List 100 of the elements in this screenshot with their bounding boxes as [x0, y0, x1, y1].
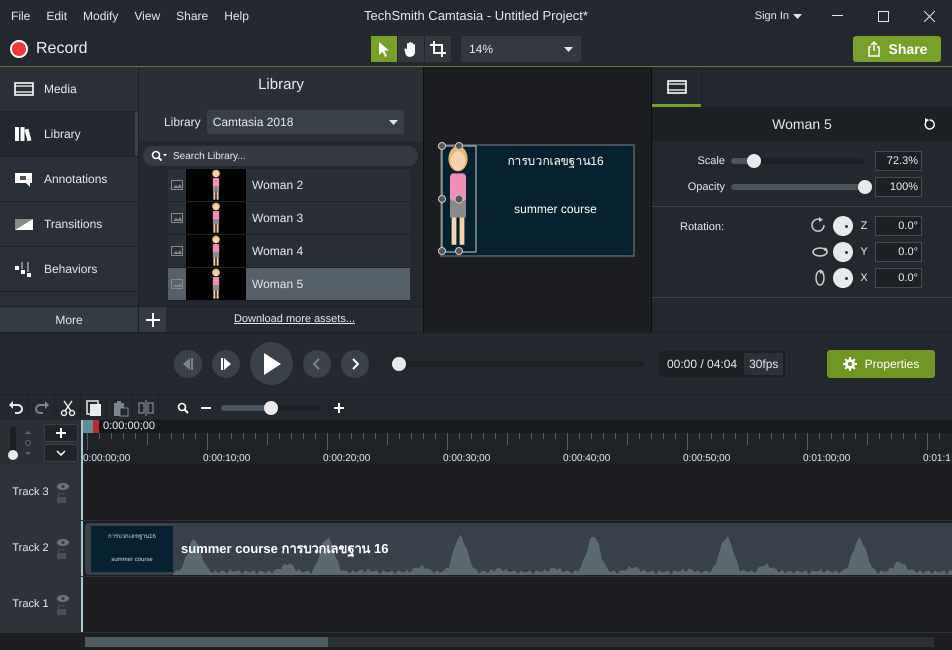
value-field[interactable]: 0.0° — [875, 268, 922, 288]
properties-button[interactable]: Properties — [827, 350, 935, 378]
asset-row[interactable]: Woman 5 — [168, 268, 410, 301]
sidebar-item[interactable]: Library — [0, 112, 138, 157]
clip-title: summer course การบวกเลขฐาน 16 — [181, 540, 389, 558]
scissors-icon — [58, 398, 76, 416]
track-height-slider[interactable] — [8, 426, 18, 460]
zoom-dropdown[interactable]: 14% — [461, 36, 581, 62]
redo-icon — [32, 398, 50, 416]
share-icon — [866, 41, 881, 57]
download-link[interactable]: Download more assets... — [166, 311, 423, 328]
books-icon — [14, 125, 34, 143]
add-track-button[interactable] — [44, 424, 78, 442]
ruler-label: 0:01:1 — [923, 452, 952, 465]
ruler-label: 0:00:30;00 — [443, 452, 492, 465]
sign-in-button[interactable]: Sign In — [754, 8, 802, 24]
step-back-button[interactable] — [174, 350, 202, 378]
scrollbar-track[interactable] — [85, 636, 934, 646]
chevron-left-icon — [313, 358, 321, 370]
rotation-label: Rotation: — [679, 220, 726, 235]
rotation-dial[interactable] — [833, 242, 853, 262]
rotation-dial[interactable] — [833, 268, 853, 288]
previous-button[interactable] — [303, 350, 331, 378]
value-field[interactable]: 72.3% — [875, 151, 922, 171]
split-icon — [136, 398, 154, 416]
step-back-icon — [182, 358, 194, 370]
character-thumbnail — [186, 235, 246, 267]
value-field[interactable]: 100% — [875, 177, 922, 197]
ruler-label: 0:00:50;00 — [683, 452, 732, 465]
zoom-in-icon[interactable] — [334, 402, 344, 412]
axis-label: X — [859, 270, 869, 286]
field-label: Library — [164, 114, 201, 131]
slider-thumb[interactable] — [8, 450, 18, 460]
step-forward-button[interactable] — [212, 350, 240, 378]
next-button[interactable] — [341, 350, 369, 378]
chevron-right-icon — [351, 358, 359, 370]
caret-icon — [388, 120, 398, 124]
caret-icon — [793, 14, 802, 18]
slide-title: การบวกเลขฐาน16 — [507, 153, 604, 170]
search-icon[interactable] — [177, 402, 189, 414]
asset-row[interactable]: Woman 3 — [168, 202, 410, 235]
ruler-label: 0:00:20;00 — [323, 452, 372, 465]
image-icon — [171, 279, 183, 289]
menu-item[interactable]: Share — [168, 7, 216, 25]
menu-item[interactable]: Modify — [75, 7, 126, 25]
axis-label: Z — [860, 218, 868, 234]
ruler-label: 0:01:00;00 — [803, 452, 852, 465]
ruler-label: 0:00:40;00 — [563, 452, 612, 465]
slider-thumb[interactable] — [746, 154, 761, 168]
selection-handles-drawing[interactable] — [438, 142, 476, 255]
film-icon — [666, 78, 686, 96]
panel-title: Library — [139, 67, 423, 103]
eye-icon — [56, 482, 69, 490]
character-thumbnail — [186, 268, 246, 300]
step-forward-icon — [220, 358, 232, 370]
asset-row[interactable]: Woman 2 — [168, 169, 410, 202]
value-field[interactable]: 0.0° — [875, 242, 922, 262]
image-icon — [171, 246, 183, 256]
scrub-thumb[interactable] — [392, 356, 406, 370]
menu-item[interactable]: Help — [216, 7, 257, 25]
more-button[interactable]: More — [0, 306, 138, 332]
hand-tool-button[interactable] — [398, 36, 424, 62]
playhead-time: 0:00:00;00 — [103, 420, 155, 434]
reset-icon[interactable] — [923, 118, 936, 131]
image-icon — [171, 180, 183, 190]
asset-row[interactable]: Woman 4 — [168, 235, 410, 268]
add-button[interactable] — [139, 306, 166, 332]
ruler-label: 0:00:00;00 — [83, 452, 132, 465]
slider-thumb[interactable] — [264, 400, 278, 414]
crop-tool-button[interactable] — [425, 36, 451, 62]
play-button[interactable] — [250, 342, 293, 385]
film-icon — [14, 80, 34, 98]
rotation-dial[interactable] — [833, 216, 853, 236]
record-icon — [10, 40, 28, 58]
lock-icon — [56, 492, 66, 502]
play-icon — [262, 352, 280, 374]
gear-icon — [842, 356, 857, 370]
fps-display: 30fps — [744, 352, 784, 374]
slide-subtitle: summer course — [514, 201, 597, 218]
scrollbar-thumb[interactable] — [85, 636, 328, 646]
value-field[interactable]: 0.0° — [875, 216, 922, 236]
library-dropdown[interactable]: Camtasia 2018 — [206, 110, 404, 134]
collapse-button[interactable] — [44, 444, 78, 462]
menu-item[interactable]: View — [126, 7, 168, 25]
record-button[interactable]: Record — [10, 37, 88, 61]
menu-item[interactable]: File — [3, 7, 38, 25]
slider-label: Scale — [696, 154, 726, 169]
callout-icon — [14, 170, 34, 188]
track-name: Track 1 — [12, 597, 49, 612]
crop-icon — [429, 40, 447, 58]
slider-label: Opacity — [686, 180, 726, 195]
lock-icon — [56, 548, 66, 558]
search-field[interactable]: Search Library... — [143, 146, 418, 166]
behaviors-icon — [14, 260, 34, 278]
properties-tab[interactable] — [652, 67, 702, 107]
eye-icon — [56, 594, 69, 602]
eye-icon — [56, 538, 69, 546]
slider-thumb[interactable] — [858, 180, 872, 194]
character-thumbnail — [186, 202, 246, 234]
menu-item[interactable]: Edit — [38, 7, 76, 25]
